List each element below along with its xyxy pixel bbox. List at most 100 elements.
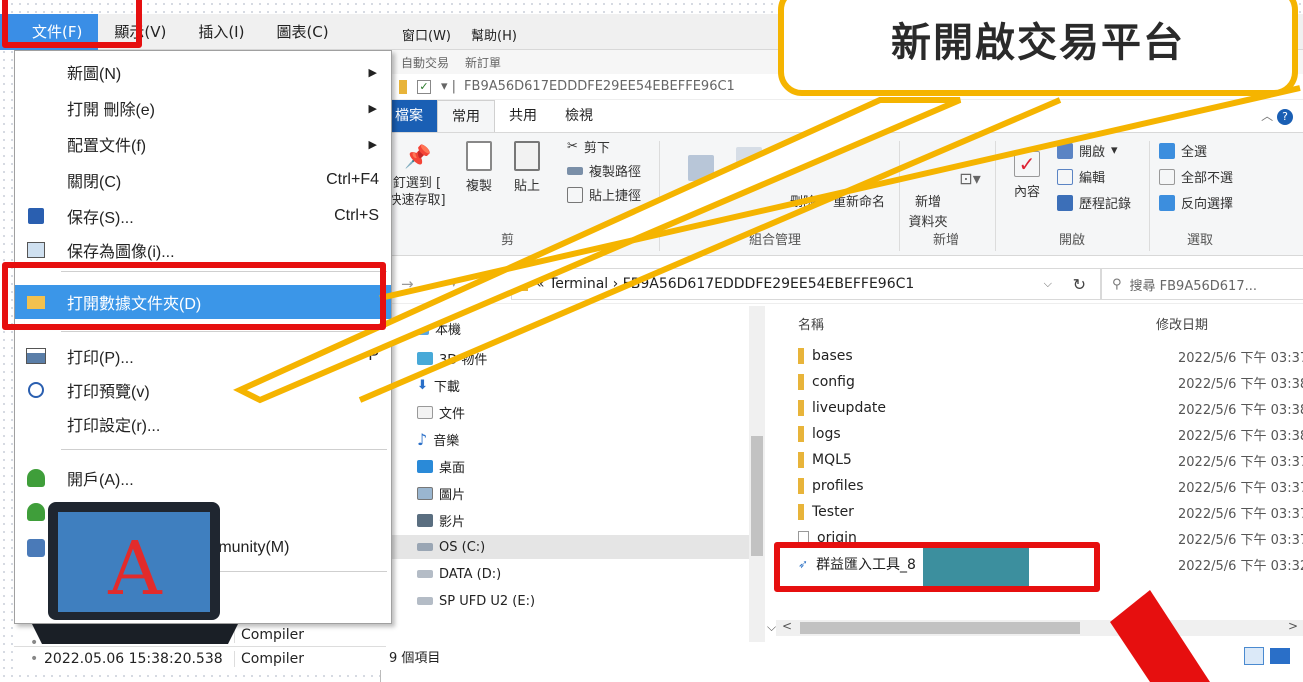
ribbon-separator (995, 141, 996, 251)
address-dropdown-icon[interactable]: ⌵ (1044, 277, 1052, 291)
window-title: FB9A56D617EDDDFE29EE54EBEFFE96C1 (464, 79, 735, 94)
menu-chart[interactable]: 圖表(C) (260, 21, 344, 42)
menu-item-open-deleted[interactable]: 打開 刪除(e) ▶ (15, 91, 391, 125)
nav-item-desktop[interactable]: 桌面 (417, 454, 465, 478)
menu-help[interactable]: 幫助(H) (461, 25, 527, 44)
folder-icon (522, 277, 528, 291)
pin-button[interactable]: 📌 釘選到 [ 快速存取] (387, 145, 447, 209)
h-scroll-thumb[interactable] (800, 622, 1080, 634)
nav-scrollbar[interactable] (749, 306, 765, 642)
column-header-name[interactable]: 名稱 (798, 314, 824, 333)
file-row[interactable]: liveupdate 2022/5/6 下午 03:38 (798, 396, 1303, 420)
new-order-button[interactable]: 新訂單 (465, 54, 501, 71)
refresh-icon[interactable]: ↻ (1073, 275, 1086, 294)
recent-dropdown-icon[interactable]: ▾ (451, 277, 457, 290)
menu-item-save[interactable]: 保存(S)... Ctrl+S (15, 199, 391, 233)
nav-item-documents[interactable]: 文件 (417, 400, 465, 424)
folder-icon (798, 348, 804, 364)
open-button[interactable]: 開啟 ▾ (1057, 141, 1118, 160)
nav-item-music[interactable]: ♪ 音樂 (417, 427, 459, 451)
menu-item-print-preview[interactable]: 打印預覽(v) (15, 373, 391, 407)
menu-item-open-account[interactable]: 開戶(A)... (15, 461, 391, 495)
music-icon: ♪ (417, 429, 428, 449)
group-label-select: 選取 (1187, 233, 1214, 248)
paste-shortcut-icon (567, 186, 583, 203)
nav-item-videos[interactable]: 影片 (417, 508, 465, 532)
horizontal-scrollbar[interactable]: < > (776, 619, 1303, 636)
group-label-new: 新增 (933, 233, 960, 248)
copy-path-icon (567, 166, 583, 175)
nav-item-3d-objects[interactable]: 3D 物件 (417, 346, 487, 370)
file-row[interactable]: MQL5 2022/5/6 下午 03:37 (798, 448, 1303, 472)
picture-icon (25, 240, 47, 260)
invert-selection-button[interactable]: 反向選擇 (1159, 193, 1233, 212)
auto-trading-button[interactable]: 自動交易 (401, 54, 449, 71)
file-row[interactable]: config 2022/5/6 下午 03:38 (798, 370, 1303, 394)
menu-item-print[interactable]: 打印(P)... Ctrl+P (15, 339, 391, 373)
file-row[interactable]: bases 2022/5/6 下午 03:37 (798, 344, 1303, 368)
ribbon-separator (899, 141, 900, 251)
edit-button[interactable]: 編輯 (1057, 167, 1105, 186)
menu-insert[interactable]: 插入(I) (182, 21, 260, 42)
nav-item-pictures[interactable]: 圖片 (417, 481, 465, 505)
quick-access-check-icon[interactable]: ✓ (417, 79, 431, 94)
paste-shortcut-button[interactable]: 貼上捷徑 (567, 185, 641, 204)
ribbon: 📌 釘選到 [ 快速存取] 複製 貼上 ✂ 剪下 複製路徑 貼上捷徑 刪除 重新命… (381, 132, 1303, 256)
large-icons-view-icon[interactable] (1270, 648, 1290, 664)
nav-item-downloads[interactable]: ⬇ 下載 (417, 373, 460, 397)
menu-window[interactable]: 窗口(W) (392, 25, 461, 44)
history-button[interactable]: 歷程記錄 (1057, 193, 1131, 212)
delete-button[interactable]: 刪除 (781, 191, 825, 210)
nav-item-os-c[interactable]: OS (C:) (381, 535, 749, 559)
select-none-button[interactable]: 全部不選 (1159, 167, 1233, 186)
paste-button[interactable]: 貼上 (507, 141, 547, 194)
tab-view[interactable]: 檢視 (551, 100, 607, 132)
folder-icon (399, 79, 407, 94)
new-folder-button[interactable]: 新增 資料夾 (903, 193, 953, 233)
address-bar[interactable]: « Terminal › FB9A56D617EDDDFE29EE54EBEFF… (511, 268, 1101, 300)
scroll-left-arrow-icon[interactable]: < (782, 619, 792, 633)
picture-icon (417, 486, 433, 500)
menu-item-profiles[interactable]: 配置文件(f) ▶ (15, 127, 391, 161)
scroll-down-arrow-icon[interactable]: ⌵ (767, 620, 776, 635)
nav-item-this-pc[interactable]: 本機 (413, 316, 461, 340)
tab-share[interactable]: 共用 (495, 100, 551, 132)
cut-button[interactable]: ✂ 剪下 (567, 137, 610, 156)
menu-item-close[interactable]: 關閉(C) Ctrl+F4 (15, 163, 391, 197)
submenu-arrow-icon: ▶ (368, 66, 377, 79)
printer-icon (25, 346, 47, 366)
nav-forward-icon[interactable]: → (401, 275, 414, 293)
menu-item-print-setup[interactable]: 打印設定(r)... (15, 407, 391, 441)
scroll-right-arrow-icon[interactable]: > (1288, 619, 1298, 633)
folder-icon (798, 452, 804, 468)
file-row[interactable]: logs 2022/5/6 下午 03:38 (798, 422, 1303, 446)
drive-icon (417, 570, 433, 578)
nav-item-usb-e[interactable]: SP UFD U2 (E:) (417, 589, 535, 613)
move-to-button[interactable] (681, 155, 721, 185)
tab-home[interactable]: 常用 (437, 100, 495, 132)
copy-button[interactable]: 複製 (459, 141, 499, 194)
ribbon-tabs: 檔案 常用 共用 檢視 ︿ ? (381, 100, 1303, 132)
nav-item-data-d[interactable]: DATA (D:) (417, 562, 501, 586)
floppy-disk-icon (25, 206, 47, 226)
copy-to-button[interactable] (729, 147, 769, 177)
file-row[interactable]: Tester 2022/5/6 下午 03:37 (798, 500, 1303, 524)
new-item-button[interactable]: ⊡▾ (957, 169, 983, 188)
up-arrow-icon[interactable]: ↑ (487, 274, 500, 293)
navigation-pane: 本機 3D 物件 ⬇ 下載 文件 ♪ 音樂 桌面 圖片 影片 OS (C:) DAT… (381, 306, 751, 642)
column-header-modified[interactable]: 修改日期 (1156, 314, 1208, 333)
properties-button[interactable]: ✓ 內容 (1007, 151, 1047, 200)
ribbon-collapse-icon[interactable]: ︿ ? (1261, 107, 1293, 125)
search-box[interactable]: ⚲ 搜尋 FB9A56D617... (1101, 268, 1303, 300)
menu-item-new-chart[interactable]: 新圖(N) ▶ (15, 55, 391, 89)
file-row[interactable]: profiles 2022/5/6 下午 03:37 (798, 474, 1303, 498)
copy-icon (466, 141, 492, 171)
nav-scroll-thumb[interactable] (751, 436, 763, 556)
submenu-arrow-icon: ▶ (368, 138, 377, 151)
details-view-icon[interactable] (1244, 647, 1264, 665)
group-label-organize: 組合管理 (749, 233, 802, 248)
copy-path-button[interactable]: 複製路徑 (567, 161, 641, 180)
menu-separator (61, 449, 387, 450)
rename-button[interactable]: 重新命名 (827, 191, 891, 210)
select-all-button[interactable]: 全選 (1159, 141, 1207, 160)
